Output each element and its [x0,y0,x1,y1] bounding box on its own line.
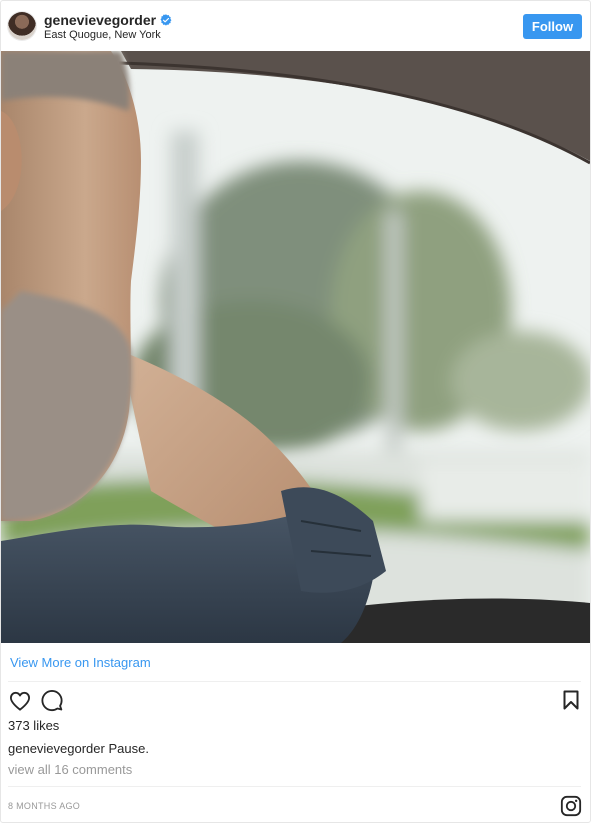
photo-illustration [1,51,590,643]
instagram-icon[interactable] [559,794,583,818]
username[interactable]: genevievegorder [44,12,156,28]
caption-text: Pause. [108,741,149,756]
comment-icon[interactable] [40,689,64,713]
avatar[interactable] [8,12,36,40]
divider [8,681,581,682]
caption: genevievegorder Pause. [8,741,149,757]
username-row: genevievegorder [44,12,172,28]
location-link[interactable]: East Quogue, New York [44,29,161,42]
verified-badge-icon [160,14,172,26]
divider [8,786,581,787]
post-photo[interactable] [1,51,590,643]
follow-button[interactable]: Follow [523,14,582,39]
instagram-embed: genevievegorder East Quogue, New York Fo… [0,0,591,823]
view-comments-link[interactable]: view all 16 comments [8,762,132,778]
post-timestamp: 8 MONTHS AGO [8,801,81,811]
view-more-link[interactable]: View More on Instagram [10,655,151,671]
heart-icon[interactable] [8,689,32,713]
post-header: genevievegorder East Quogue, New York Fo… [1,1,590,51]
likes-count[interactable]: 373 likes [8,718,59,734]
bookmark-icon[interactable] [560,689,582,711]
caption-username[interactable]: genevievegorder [8,741,105,756]
